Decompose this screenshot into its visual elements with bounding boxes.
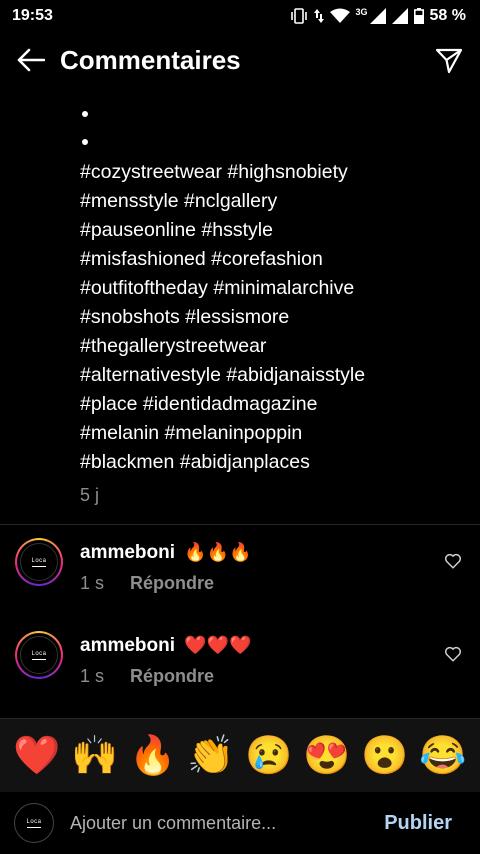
emoji-raised-hands[interactable]: 🙌 xyxy=(71,737,118,775)
hashtag-line[interactable]: #pauseonline #hsstyle xyxy=(80,216,470,245)
hashtag-line[interactable]: #melanin #melaninpoppin xyxy=(80,419,470,448)
emoji-heart[interactable]: ❤️ xyxy=(13,737,60,775)
reply-button[interactable]: Répondre xyxy=(130,666,214,687)
emoji-crying[interactable]: 😢 xyxy=(245,737,292,775)
emoji-clapping[interactable]: 👏 xyxy=(187,737,234,775)
post-caption: #cozystreetwear #highsnobiety #mensstyle… xyxy=(80,100,470,506)
heart-icon[interactable] xyxy=(444,645,462,663)
hashtag-line[interactable]: #cozystreetwear #highsnobiety xyxy=(80,158,470,187)
signal-icon xyxy=(391,8,408,24)
comment-timestamp: 1 s xyxy=(80,573,105,593)
my-avatar: Loca xyxy=(14,803,54,843)
avatar-logo: Loca xyxy=(31,650,47,657)
publish-button[interactable]: Publier xyxy=(384,812,452,835)
share-button[interactable] xyxy=(432,43,466,77)
status-time: 19:53 xyxy=(12,7,53,24)
comment-item: Loca ammeboni 🔥🔥🔥 1 s Répondre xyxy=(0,538,480,618)
signal-icon xyxy=(369,8,386,24)
comment-timestamp: 1 s xyxy=(80,666,105,686)
heart-icon[interactable] xyxy=(444,552,462,570)
vibrate-icon xyxy=(290,8,307,24)
bullet-dot xyxy=(80,100,470,128)
reply-button[interactable]: Répondre xyxy=(130,573,214,594)
battery-percent: 58 % xyxy=(429,7,466,24)
comment-body: ammeboni ❤️❤️❤️ 1 s Répondre xyxy=(80,631,252,687)
back-button[interactable] xyxy=(14,43,48,77)
emoji-laughing[interactable]: 😂 xyxy=(419,737,466,775)
comment-input[interactable] xyxy=(68,811,385,835)
emoji-surprised[interactable]: 😮 xyxy=(361,737,408,775)
emoji-heart-eyes[interactable]: 😍 xyxy=(303,737,350,775)
hashtag-line[interactable]: #alternativestyle #abidjanaisstyle xyxy=(80,361,470,390)
battery-icon xyxy=(413,8,424,24)
hashtag-line[interactable]: #blackmen #abidjanplaces xyxy=(80,448,470,477)
comment-text: 🔥🔥🔥 xyxy=(184,542,252,562)
hashtag-list: #cozystreetwear #highsnobiety #mensstyle… xyxy=(80,158,470,477)
comment-body: ammeboni 🔥🔥🔥 1 s Répondre xyxy=(80,538,252,594)
emoji-bar: ❤️ 🙌 🔥 👏 😢 😍 😮 😂 xyxy=(0,718,480,792)
status-icons: 3G 58 % xyxy=(290,7,466,25)
status-bar: 19:53 3G 58 % xyxy=(0,0,480,32)
hashtag-line[interactable]: #snobshots #lessismore xyxy=(80,303,470,332)
comment-item: Loca ammeboni ❤️❤️❤️ 1 s Répondre xyxy=(0,631,480,711)
avatar[interactable]: Loca xyxy=(15,538,63,586)
avatar[interactable]: Loca xyxy=(15,631,63,679)
emoji-fire[interactable]: 🔥 xyxy=(129,737,176,775)
hashtag-line[interactable]: #misfashioned #corefashion xyxy=(80,245,470,274)
data-arrows-icon xyxy=(313,9,324,23)
network-type: 3G xyxy=(355,7,368,17)
hashtag-line[interactable]: #place #identidadmagazine xyxy=(80,390,470,419)
avatar-logo: Loca xyxy=(31,557,47,564)
comment-username[interactable]: ammeboni xyxy=(80,542,175,563)
caption-timestamp: 5 j xyxy=(80,485,100,505)
hashtag-line[interactable]: #outfitoftheday #minimalarchive xyxy=(80,274,470,303)
hashtag-line[interactable]: #mensstyle #nclgallery xyxy=(80,187,470,216)
divider xyxy=(0,524,480,525)
arrow-left-icon xyxy=(17,48,45,72)
bullet-dot xyxy=(80,128,470,156)
page-title: Commentaires xyxy=(60,44,241,75)
header: Commentaires xyxy=(0,36,480,84)
wifi-icon xyxy=(329,8,350,23)
avatar-logo: Loca xyxy=(26,818,42,825)
comment-text: ❤️❤️❤️ xyxy=(184,635,252,655)
hashtag-line[interactable]: #thegallerystreetwear xyxy=(80,332,470,361)
comment-username[interactable]: ammeboni xyxy=(80,635,175,656)
comment-composer: Loca Publier xyxy=(0,792,480,854)
paper-plane-icon xyxy=(435,48,463,74)
